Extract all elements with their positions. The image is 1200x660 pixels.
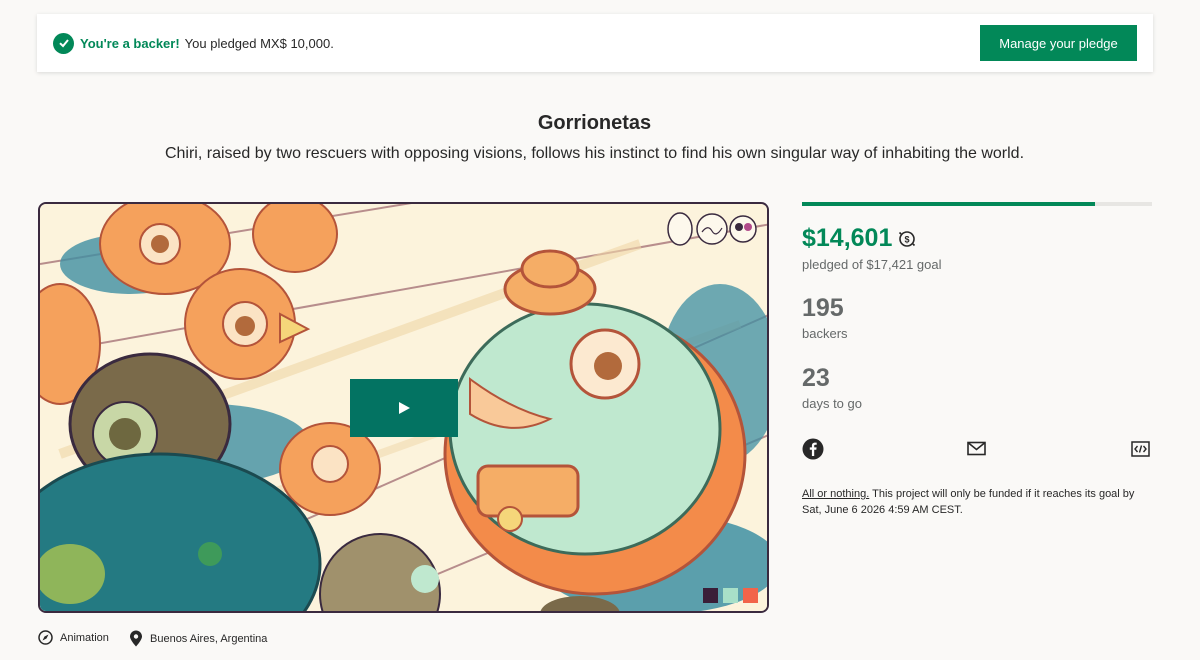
pledged-goal-text: pledged of $17,421 goal xyxy=(802,257,942,272)
location-pin-icon xyxy=(130,630,142,647)
funding-model-note: All or nothing. This project will only b… xyxy=(802,486,1154,518)
all-or-nothing-link[interactable]: All or nothing. xyxy=(802,488,869,500)
location-label: Buenos Aires, Argentina xyxy=(150,632,268,645)
backer-status: You're a backer! xyxy=(80,35,180,51)
project-title: Gorrionetas xyxy=(537,112,652,134)
location-link[interactable]: Buenos Aires, Argentina xyxy=(129,630,267,647)
pledged-amount: $14,601 $ xyxy=(802,224,916,253)
checkmark-icon xyxy=(53,32,74,54)
pledge-amount-text: You pledged MX$ 10,000. xyxy=(184,35,334,51)
svg-text:$: $ xyxy=(905,234,910,244)
funding-progress-fill xyxy=(802,202,1096,206)
backers-count: 195 xyxy=(802,294,844,322)
backer-banner: You're a backer! You pledged MX$ 10,000.… xyxy=(37,14,1153,72)
embed-icon[interactable] xyxy=(1131,441,1150,462)
backers-label: backers xyxy=(802,326,848,341)
days-to-go-count: 23 xyxy=(802,364,830,392)
backer-message: You're a backer! You pledged MX$ 10,000. xyxy=(53,32,334,54)
facebook-icon[interactable] xyxy=(802,438,824,465)
project-video[interactable] xyxy=(38,202,769,613)
category-link[interactable]: Animation xyxy=(38,630,109,645)
play-button[interactable] xyxy=(350,379,458,437)
category-label: Animation xyxy=(60,631,109,644)
project-blurb: Chiri, raised by two rescuers with oppos… xyxy=(164,145,1025,162)
play-icon xyxy=(399,402,410,414)
compass-icon xyxy=(38,630,53,645)
pledged-amount-value: $14,601 xyxy=(802,224,893,252)
currency-conversion-icon[interactable]: $ xyxy=(898,230,916,248)
days-to-go-label: days to go xyxy=(802,396,862,411)
manage-pledge-button[interactable]: Manage your pledge xyxy=(980,25,1137,61)
funding-progress-bar xyxy=(802,202,1152,206)
mail-icon[interactable] xyxy=(967,441,986,461)
